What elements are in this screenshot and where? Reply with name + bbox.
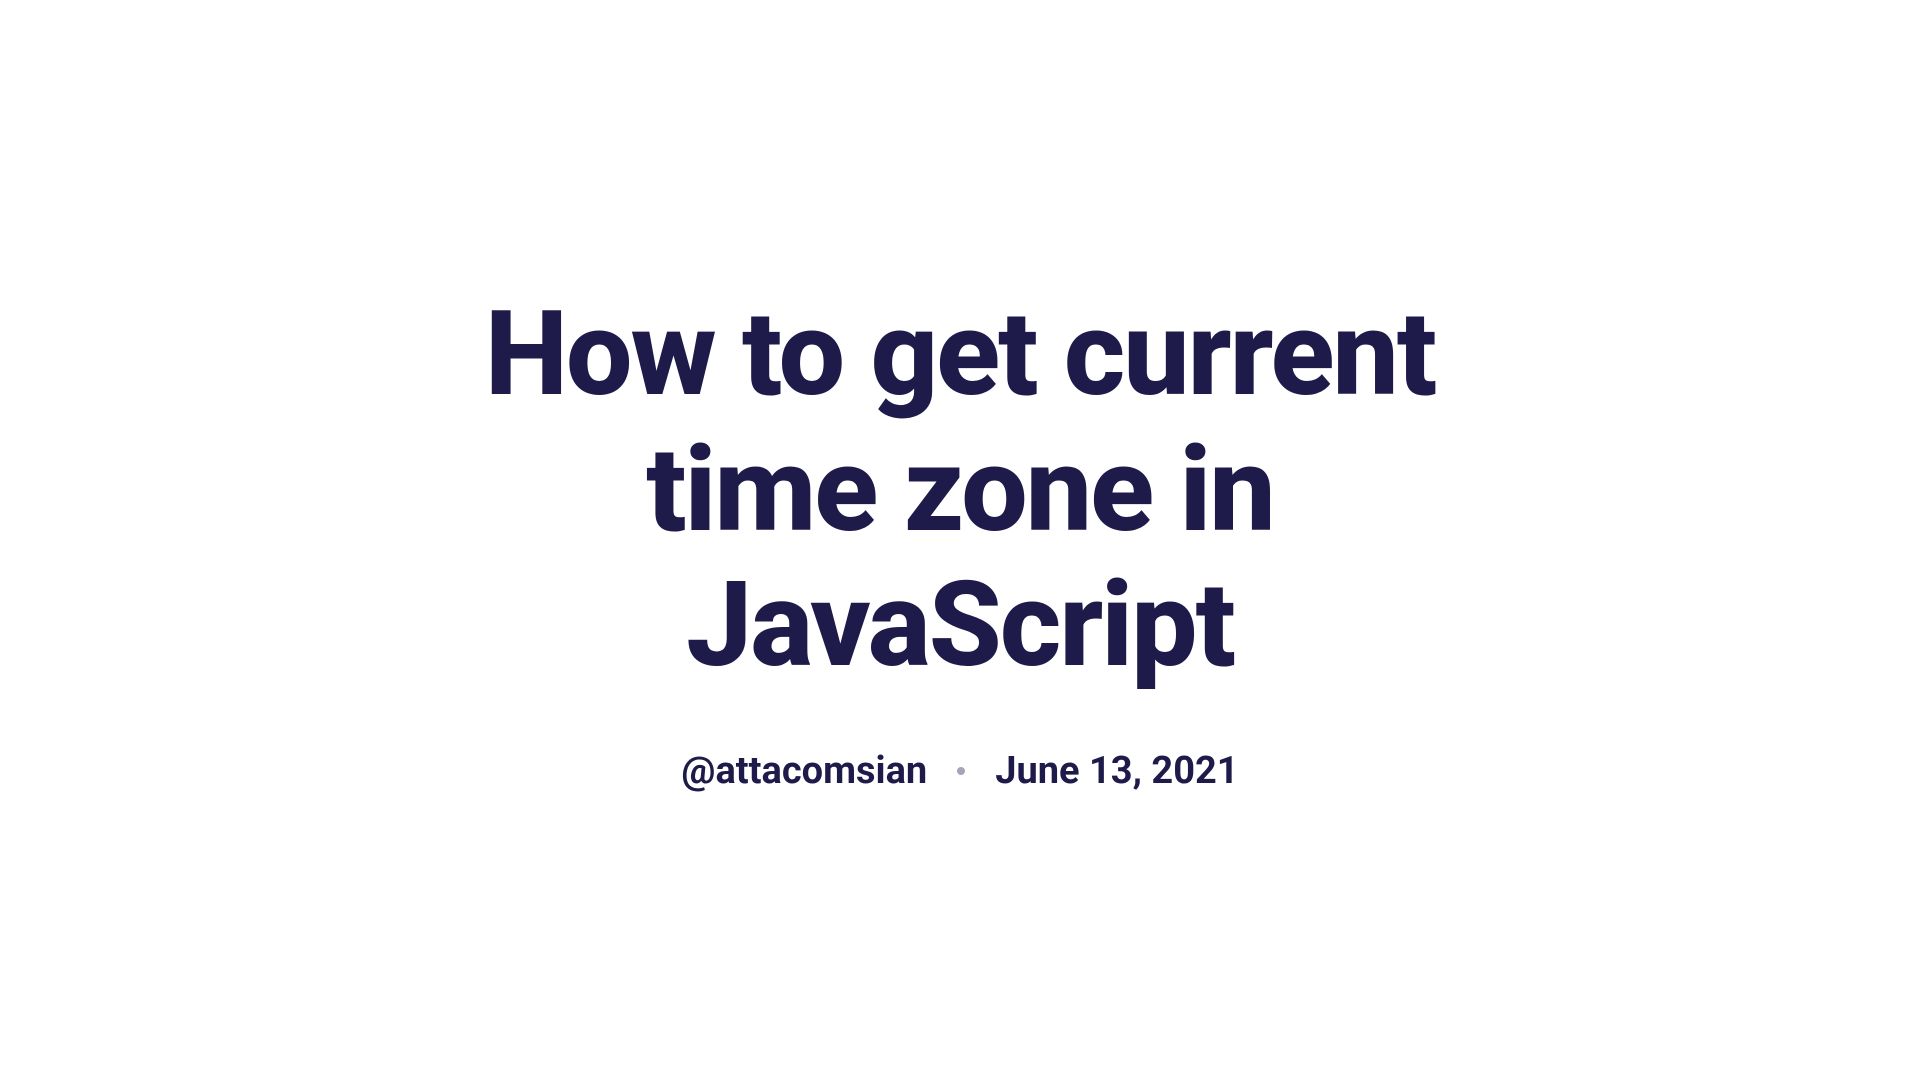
article-date: June 13, 2021	[995, 749, 1238, 793]
article-header: How to get current time zone in JavaScri…	[360, 287, 1560, 793]
article-title: How to get current time zone in JavaScri…	[360, 287, 1560, 694]
article-meta: @attacomsian June 13, 2021	[360, 749, 1560, 793]
separator-dot	[957, 767, 965, 775]
article-author: @attacomsian	[681, 749, 927, 793]
